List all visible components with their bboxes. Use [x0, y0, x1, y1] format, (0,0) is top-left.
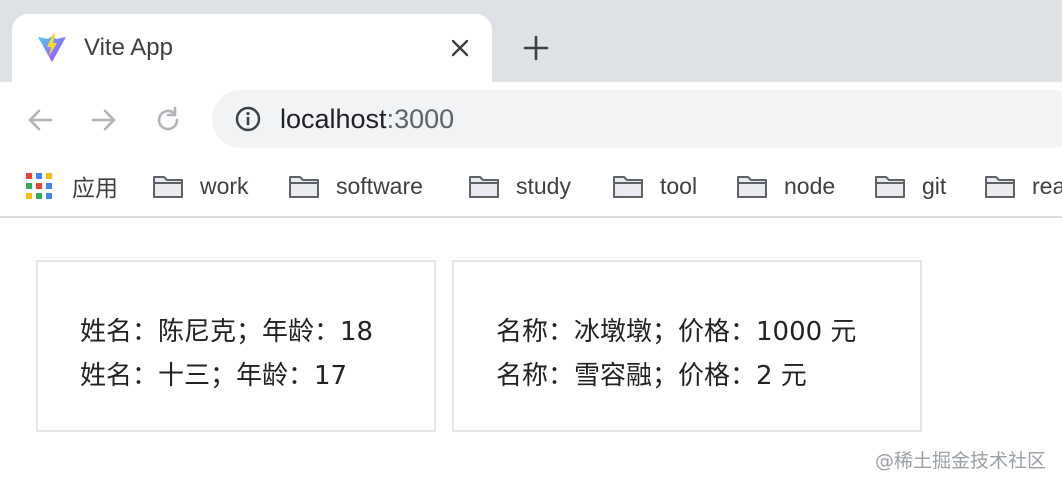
info-icon[interactable]	[234, 105, 262, 133]
bookmark-folder-work[interactable]: work	[152, 170, 249, 202]
folder-icon	[289, 176, 319, 198]
bookmark-label: node	[784, 172, 836, 199]
tab-vite-app[interactable]: Vite App	[12, 14, 492, 82]
url-text[interactable]: localhost:3000	[280, 104, 454, 135]
bookmark-folder-node[interactable]: node	[736, 170, 835, 202]
vite-logo-icon	[38, 34, 66, 62]
person-row: 姓名：十三；年龄：17	[80, 361, 348, 391]
product-row: 名称：冰墩墩；价格：1000 元	[496, 317, 857, 347]
bookmark-label: rea	[1032, 172, 1062, 199]
bookmark-folder-study[interactable]: study	[468, 170, 571, 202]
bookmark-folder-tool[interactable]: tool	[612, 170, 697, 202]
apps-grid-icon	[26, 173, 52, 199]
person-row: 姓名：陈尼克；年龄：18	[80, 317, 374, 347]
bookmark-folder-rea[interactable]: rea	[984, 170, 1062, 202]
browser-toolbar: localhost:3000	[0, 82, 1062, 154]
folder-icon	[469, 176, 499, 198]
bookmark-label: git	[922, 172, 947, 199]
bookmark-label: tool	[660, 172, 698, 199]
address-bar[interactable]: localhost:3000	[212, 90, 1062, 148]
new-tab-button[interactable]	[518, 30, 554, 66]
url-port: :3000	[386, 104, 455, 134]
arrow-left-icon	[28, 109, 53, 131]
bookmark-apps[interactable]: 应用	[26, 170, 118, 202]
bookmark-label: software	[336, 172, 423, 199]
watermark: @稀土掘金技术社区	[874, 450, 1046, 472]
bookmarks-bar: 应用 work software study tool node git rea	[0, 154, 1062, 218]
product-row: 名称：雪容融；价格：2 元	[496, 361, 807, 391]
folder-icon	[985, 176, 1015, 198]
bookmark-label: 应用	[72, 176, 118, 202]
bookmark-folder-git[interactable]: git	[874, 170, 946, 202]
url-host: localhost	[280, 104, 387, 134]
arrow-right-icon	[91, 109, 116, 131]
folder-icon	[613, 176, 643, 198]
forward-button[interactable]	[84, 100, 124, 140]
tab-title: Vite App	[84, 34, 173, 61]
reload-icon	[157, 106, 179, 131]
bookmark-label: work	[200, 172, 249, 199]
folder-icon	[875, 176, 905, 198]
back-button[interactable]	[20, 100, 60, 140]
folder-icon	[153, 176, 183, 198]
bookmark-folder-software[interactable]: software	[288, 170, 423, 202]
products-card: 名称：冰墩墩；价格：1000 元 名称：雪容融；价格：2 元	[452, 260, 922, 432]
tab-strip: Vite App	[0, 0, 1062, 82]
bookmark-label: study	[516, 172, 571, 199]
tab-close-icon[interactable]	[444, 32, 476, 64]
folder-icon	[737, 176, 767, 198]
reload-button[interactable]	[148, 100, 188, 140]
people-card: 姓名：陈尼克；年龄：18 姓名：十三；年龄：17	[36, 260, 436, 432]
